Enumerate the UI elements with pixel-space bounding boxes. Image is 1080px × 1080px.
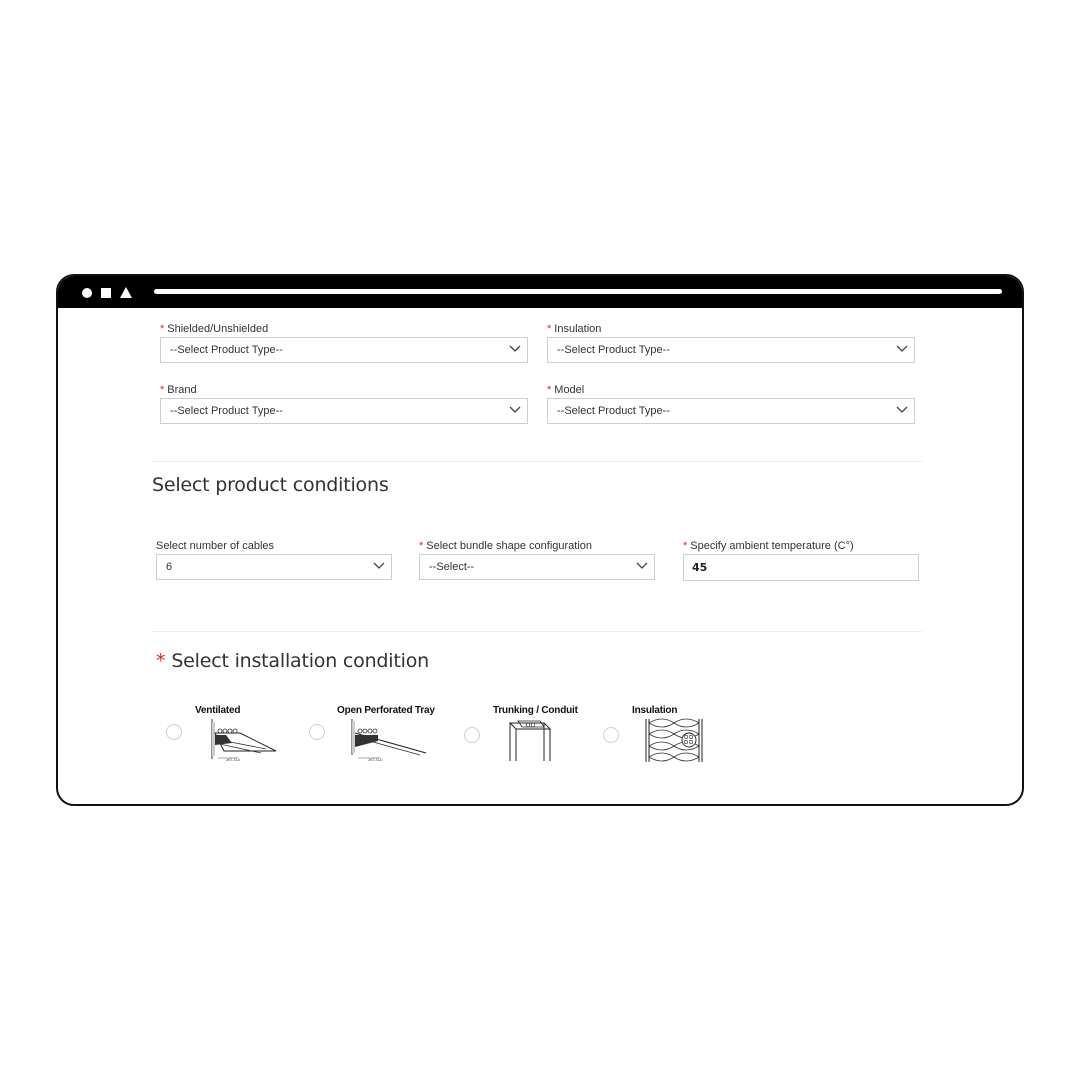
address-bar <box>154 289 1002 294</box>
bundle-select[interactable]: --Select-- <box>419 554 655 580</box>
brand-select[interactable]: --Select Product Type-- <box>160 398 528 424</box>
bundle-field: * Select bundle shape configuration --Sel… <box>419 539 655 580</box>
chevron-down-icon <box>373 562 385 569</box>
window-titlebar <box>58 276 1022 308</box>
section-divider <box>152 631 922 632</box>
option-label: Trunking / Conduit <box>493 705 578 716</box>
brand-label: * Brand <box>160 384 197 396</box>
shielded-field: * Shielded/Unshielded --Select Product Ty… <box>160 322 528 363</box>
insulation-radio[interactable] <box>603 727 619 743</box>
model-field: * Model --Select Product Type-- <box>547 383 915 424</box>
temperature-label: * Specify ambient temperature (C°) <box>683 540 854 552</box>
temperature-input[interactable] <box>683 554 919 581</box>
triangle-icon <box>120 287 132 298</box>
conditions-heading: Select product conditions <box>152 474 389 496</box>
model-label: * Model <box>547 384 585 396</box>
insulation-icon <box>645 718 703 762</box>
chevron-down-icon <box>896 345 908 352</box>
ventilated-radio[interactable] <box>166 724 182 740</box>
cables-label: Select number of cables <box>156 540 275 552</box>
svg-text:≥0.3Dₑ: ≥0.3Dₑ <box>368 757 383 761</box>
cables-select[interactable]: 6 <box>156 554 392 580</box>
model-select[interactable]: --Select Product Type-- <box>547 398 915 424</box>
perforated-tray-radio[interactable] <box>309 724 325 740</box>
shielded-select[interactable]: --Select Product Type-- <box>160 337 528 363</box>
section-divider <box>152 461 922 462</box>
cables-field: Select number of cables 6 <box>156 539 392 580</box>
trunking-conduit-icon <box>508 720 552 761</box>
chevron-down-icon <box>509 406 521 413</box>
chevron-down-icon <box>636 562 648 569</box>
insulation-field: * Insulation --Select Product Type-- <box>547 322 915 363</box>
browser-window: * Shielded/Unshielded --Select Product Ty… <box>56 274 1024 806</box>
brand-field: * Brand --Select Product Type-- <box>160 383 528 424</box>
option-label: Open Perforated Tray <box>337 705 435 716</box>
chevron-down-icon <box>509 345 521 352</box>
option-label: Ventilated <box>195 705 241 716</box>
perforated-tray-icon: ≥0.3Dₑ <box>351 719 427 761</box>
ventilated-tray-icon: ≥0.3Dₑ <box>211 719 277 761</box>
chevron-down-icon <box>896 406 908 413</box>
bundle-label: * Select bundle shape configuration <box>419 540 593 552</box>
insulation-label: * Insulation <box>547 323 602 335</box>
shielded-label: * Shielded/Unshielded <box>160 323 269 335</box>
insulation-select[interactable]: --Select Product Type-- <box>547 337 915 363</box>
trunking-conduit-radio[interactable] <box>464 727 480 743</box>
circle-icon <box>82 288 92 298</box>
installation-heading: * Select installation condition <box>156 650 429 672</box>
square-icon <box>101 288 111 298</box>
temperature-field: * Specify ambient temperature (C°) <box>683 539 919 581</box>
option-label: Insulation <box>632 705 678 716</box>
svg-text:≥0.3Dₑ: ≥0.3Dₑ <box>226 757 241 761</box>
